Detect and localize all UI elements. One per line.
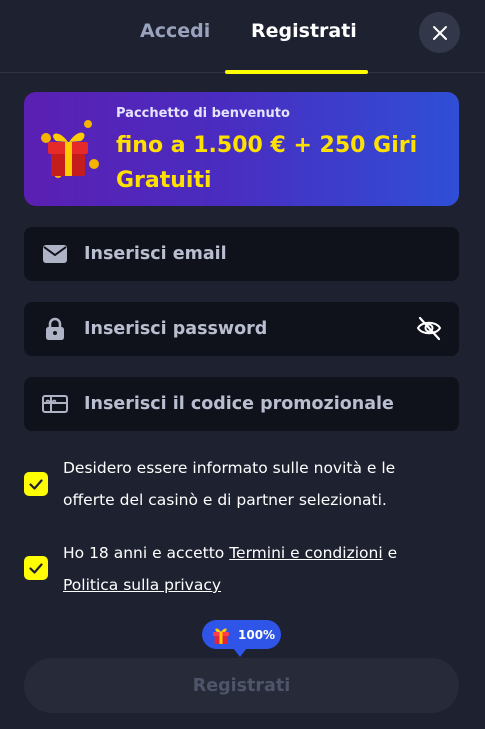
password-field[interactable] (24, 302, 459, 356)
marketing-consent-label: Desidero essere informato sulle novità e… (63, 459, 396, 509)
email-field[interactable] (24, 227, 459, 281)
active-tab-indicator (225, 70, 368, 74)
promo-code-input[interactable] (84, 377, 424, 431)
register-submit-button[interactable]: Registrati (24, 658, 459, 713)
tab-register[interactable]: Registrati (251, 20, 357, 42)
banner-subtitle: Pacchetto di benvenuto (116, 106, 290, 121)
check-icon (29, 478, 43, 490)
gift-icon (41, 120, 99, 178)
age-consent-checkbox[interactable] (24, 556, 48, 580)
age-consent-prefix: Ho 18 anni e accetto (63, 544, 230, 562)
banner-headline: fino a 1.500 € + 250 Giri Gratuiti (116, 133, 418, 193)
bonus-badge-label: 100% (238, 627, 276, 642)
promo-code-field[interactable] (24, 377, 459, 431)
envelope-icon (42, 242, 68, 266)
check-icon (29, 562, 43, 574)
lock-icon (42, 317, 68, 341)
eye-off-icon[interactable] (415, 314, 443, 342)
close-icon (432, 25, 447, 40)
password-input[interactable] (84, 302, 424, 356)
age-consent-label: Ho 18 anni e accetto Termini e condizion… (63, 537, 443, 601)
close-button[interactable] (419, 12, 460, 53)
bonus-badge: 100% (202, 620, 281, 657)
terms-link[interactable]: Termini e condizioni (229, 544, 382, 562)
auth-tabs: Accedi Registrati (0, 0, 485, 74)
marketing-consent-checkbox[interactable] (24, 472, 48, 496)
tab-login[interactable]: Accedi (140, 20, 210, 42)
gift-icon (213, 628, 229, 644)
email-input[interactable] (84, 227, 424, 281)
age-consent-conjunction: e (382, 544, 398, 562)
privacy-link[interactable]: Politica sulla privacy (63, 576, 221, 594)
gift-card-icon (42, 392, 68, 416)
welcome-banner: Pacchetto di benvenuto fino a 1.500 € + … (24, 92, 459, 206)
